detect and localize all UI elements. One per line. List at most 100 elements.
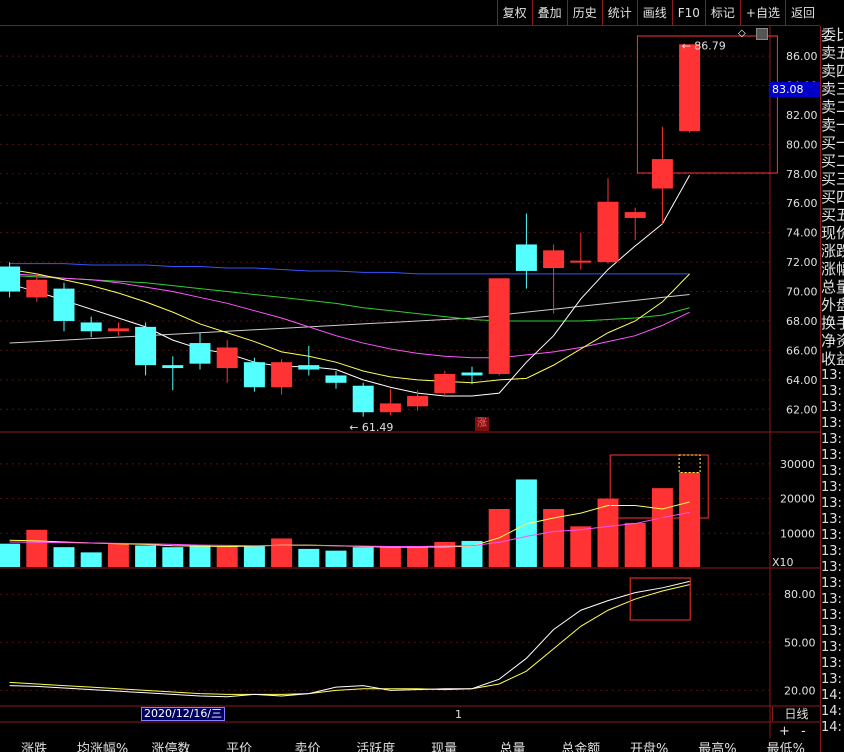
volume-bar [162, 547, 184, 567]
volume-bar [570, 526, 592, 567]
volume-bar [0, 543, 21, 567]
candle-body [325, 375, 347, 383]
tick-time: 13: [821, 544, 842, 559]
low-price-label: ← 61.49 [349, 421, 393, 434]
candle-body [189, 343, 211, 364]
tick-time: 14: [821, 720, 842, 735]
price-tick-label: 74.00 [786, 227, 818, 240]
diamond-icon[interactable]: ◇ [738, 28, 746, 39]
footer-column[interactable]: 平价 [205, 738, 273, 752]
footer-column[interactable]: 总金额 [547, 738, 615, 752]
footer-column[interactable]: 活跃度 [342, 738, 410, 752]
volume-bar [80, 552, 102, 567]
footer-columns: 涨跌 均涨幅% 涨停数 平价 卖价 活跃度 现量 总量 总金额 开盘% 最高% 最低% [0, 738, 820, 752]
volume-bar [271, 538, 293, 567]
quote-label: 委比 [821, 26, 844, 44]
quote-label: 收益 [821, 350, 844, 368]
footer-column[interactable]: 涨跌 [0, 738, 68, 752]
volume-bar [189, 545, 211, 567]
indicator-tick-label: 20.00 [784, 684, 816, 697]
tick-time: 13: [821, 592, 842, 607]
tick-time: 13: [821, 384, 842, 399]
quote-label: 卖五 [821, 44, 844, 62]
footer-column[interactable]: 卖价 [273, 738, 341, 752]
tick-time: 13: [821, 480, 842, 495]
zoom-out-button[interactable]: - [801, 724, 806, 739]
footer-column[interactable]: 总量 [478, 738, 546, 752]
ma120-line [9, 293, 690, 344]
candle-body [543, 250, 565, 268]
zoom-in-button[interactable]: + [779, 724, 790, 739]
ma5-line [9, 175, 691, 397]
quote-label: 涨跌 [821, 242, 844, 260]
candle-body [597, 201, 619, 263]
quote-label: 涨幅 [821, 260, 844, 278]
footer-column[interactable]: 涨停数 [137, 738, 205, 752]
indicator-d-line [9, 584, 690, 695]
price-tick-label: 80.00 [786, 138, 818, 151]
tick-time: 13: [821, 368, 842, 383]
tick-time: 13: [821, 576, 842, 591]
quote-label: 现价 [821, 224, 844, 242]
candle-body [407, 396, 429, 407]
price-tick-label: 70.00 [786, 286, 818, 299]
quote-panel: 委比卖五卖四卖三卖二卖一买一买二买三买四买五现价涨跌涨幅总量外盘换手净资收益13… [820, 26, 844, 752]
tick-time: 13: [821, 560, 842, 575]
cursor-date-label: 2020/12/16/三 [141, 707, 226, 721]
volume-bar [352, 547, 374, 567]
candle-body [624, 212, 646, 218]
volume-bar [379, 547, 401, 567]
ma60-line [9, 263, 690, 275]
volume-bar [325, 550, 347, 567]
volume-bar [53, 547, 75, 567]
quote-label: 买四 [821, 188, 844, 206]
footer-column[interactable]: 现量 [410, 738, 478, 752]
indicator-k-line [9, 580, 690, 698]
kline-chart[interactable]: 86.0084.0082.0080.0078.0076.0074.0072.00… [0, 0, 820, 752]
high-price-label: ← 86.79 [682, 39, 726, 52]
footer-column[interactable]: 最高% [683, 738, 751, 752]
price-tick-label: 68.00 [786, 315, 818, 328]
tick-time: 14: [821, 704, 842, 719]
volume-bar [135, 545, 157, 567]
quote-label: 买三 [821, 170, 844, 188]
volume-bar [107, 543, 129, 567]
volume-bar [651, 488, 673, 567]
price-tick-label: 82.00 [786, 109, 818, 122]
tick-time: 13: [821, 448, 842, 463]
candle-body [80, 322, 102, 332]
volume-tick-label: 10000 [780, 527, 815, 540]
volume-bar [298, 548, 320, 567]
footer-column[interactable]: 最低% [752, 738, 820, 752]
quote-label: 买一 [821, 134, 844, 152]
price-tick-label: 86.00 [786, 50, 818, 63]
price-tick-label: 62.00 [786, 403, 818, 416]
candle-body [488, 278, 510, 374]
volume-bar [597, 498, 619, 567]
candle-body [434, 373, 456, 394]
tick-time: 13: [821, 400, 842, 415]
quote-label: 卖三 [821, 80, 844, 98]
volume-bar [407, 547, 429, 567]
tick-time: 13: [821, 464, 842, 479]
candle-body [379, 403, 401, 413]
volume-multiplier: X10 [772, 556, 794, 569]
volume-bar [515, 479, 537, 567]
quote-label: 外盘 [821, 296, 844, 314]
volume-tick-label: 20000 [780, 493, 815, 506]
footer-column[interactable]: 开盘% [615, 738, 683, 752]
price-tick-label: 64.00 [786, 374, 818, 387]
footer-column[interactable]: 均涨幅% [68, 738, 136, 752]
quote-label: 卖四 [821, 62, 844, 80]
indicator-tick-label: 50.00 [784, 636, 816, 649]
volume-bar [679, 472, 701, 567]
ma10-line [9, 268, 690, 384]
period-selector[interactable]: 日线 [772, 707, 820, 721]
tick-time: 13: [821, 624, 842, 639]
candle-body [515, 244, 537, 271]
tick-time: 13: [821, 496, 842, 511]
quote-label: 净资 [821, 332, 844, 350]
candle-body [271, 362, 293, 388]
window-toggle-icon[interactable] [756, 28, 768, 40]
candle-body [216, 347, 238, 369]
